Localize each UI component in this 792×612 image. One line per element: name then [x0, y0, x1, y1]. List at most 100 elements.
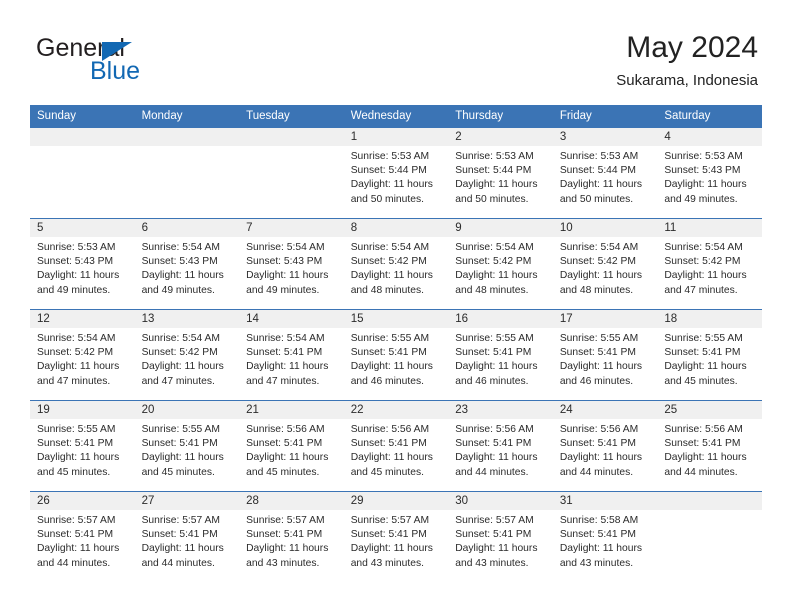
day-number: 6	[134, 219, 240, 237]
calendar-day-cell[interactable]: 22 Sunrise: 5:56 AM Sunset: 5:41 PM Dayligh…	[343, 400, 449, 492]
calendar-day-cell[interactable]: 29 Sunrise: 5:57 AM Sunset: 5:41 PM Dayligh…	[343, 491, 449, 582]
calendar-day-cell[interactable]: 1 Sunrise: 5:53 AM Sunset: 5:44 PM Daylight…	[343, 127, 449, 219]
calendar-day-cell[interactable]: 8 Sunrise: 5:54 AM Sunset: 5:42 PM Daylight…	[343, 218, 449, 310]
daylight-duration-line2: and 43 minutes.	[559, 557, 634, 569]
day-details: Sunrise: 5:55 AM Sunset: 5:41 PM Daylight:…	[553, 328, 658, 389]
calendar-day-cell[interactable]: 17 Sunrise: 5:55 AM Sunset: 5:41 PM Dayligh…	[552, 309, 658, 401]
brand-logo[interactable]: General Blue	[34, 34, 264, 96]
page-title: May 2024	[626, 31, 758, 64]
calendar-day-cell[interactable]: 20 Sunrise: 5:55 AM Sunset: 5:41 PM Dayligh…	[134, 400, 240, 492]
daylight-duration-line1: Daylight: 11 hours	[37, 452, 120, 464]
daylight-duration-line1: Daylight: 11 hours	[37, 270, 120, 282]
daylight-duration-line1: Daylight: 11 hours	[350, 543, 433, 555]
calendar-day-cell[interactable]: 15 Sunrise: 5:55 AM Sunset: 5:41 PM Dayligh…	[343, 309, 449, 401]
daylight-duration-line2: and 44 minutes.	[664, 466, 738, 478]
daylight-duration-line1: Daylight: 11 hours	[559, 179, 643, 191]
day-details: Sunrise: 5:56 AM Sunset: 5:41 PM Daylight:…	[448, 419, 553, 480]
day-details: Sunrise: 5:54 AM Sunset: 5:42 PM Daylight:…	[30, 328, 135, 389]
day-number: 7	[239, 219, 344, 237]
daylight-duration-line1: Daylight: 11 hours	[664, 361, 747, 373]
daylight-duration-line1: Daylight: 11 hours	[664, 179, 747, 191]
calendar-header-row: Sunday Monday Tuesday Wednesday Thursday Frid…	[30, 105, 762, 128]
daylight-duration-line2: and 43 minutes.	[350, 557, 424, 569]
day-details: Sunrise: 5:53 AM Sunset: 5:43 PM Daylight:…	[657, 146, 762, 207]
day-details: Sunrise: 5:53 AM Sunset: 5:43 PM Daylight:…	[30, 237, 135, 298]
sunset-time: Sunset: 5:41 PM	[559, 438, 636, 450]
calendar-day-cell[interactable]: 4 Sunrise: 5:53 AM Sunset: 5:43 PM Daylight…	[657, 127, 762, 219]
day-details: Sunrise: 5:54 AM Sunset: 5:43 PM Daylight:…	[135, 237, 240, 298]
calendar-day-cell[interactable]: 28 Sunrise: 5:57 AM Sunset: 5:41 PM Dayligh…	[239, 491, 344, 582]
calendar-day-cell[interactable]: 16 Sunrise: 5:55 AM Sunset: 5:41 PM Dayligh…	[448, 309, 553, 401]
daylight-duration-line1: Daylight: 11 hours	[246, 270, 329, 282]
calendar-day-cell[interactable]: 30 Sunrise: 5:57 AM Sunset: 5:41 PM Dayligh…	[448, 491, 553, 582]
daylight-duration-line1: Daylight: 11 hours	[455, 543, 538, 555]
day-number: 12	[30, 310, 135, 328]
sunrise-time: Sunrise: 5:57 AM	[455, 515, 534, 526]
calendar-day-cell[interactable]: 2 Sunrise: 5:53 AM Sunset: 5:44 PM Daylight…	[448, 127, 553, 219]
calendar-day-cell[interactable]: 24 Sunrise: 5:56 AM Sunset: 5:41 PM Dayligh…	[552, 400, 658, 492]
sunset-time: Sunset: 5:41 PM	[664, 438, 741, 450]
daylight-duration-line1: Daylight: 11 hours	[559, 543, 643, 555]
daylight-duration-line1: Daylight: 11 hours	[141, 361, 224, 373]
calendar-empty-cell	[134, 127, 240, 219]
day-number: 27	[134, 492, 240, 510]
calendar-day-cell[interactable]: 18 Sunrise: 5:55 AM Sunset: 5:41 PM Dayligh…	[657, 309, 762, 401]
calendar-day-cell[interactable]: 9 Sunrise: 5:54 AM Sunset: 5:42 PM Daylight…	[448, 218, 553, 310]
sunrise-time: Sunrise: 5:54 AM	[141, 333, 220, 344]
sunrise-time: Sunrise: 5:57 AM	[37, 515, 116, 526]
day-details: Sunrise: 5:57 AM Sunset: 5:41 PM Daylight:…	[448, 510, 553, 571]
day-details: Sunrise: 5:53 AM Sunset: 5:44 PM Daylight:…	[553, 146, 658, 207]
calendar-day-cell[interactable]: 14 Sunrise: 5:54 AM Sunset: 5:41 PM Dayligh…	[239, 309, 344, 401]
calendar-day-cell[interactable]: 19 Sunrise: 5:55 AM Sunset: 5:41 PM Dayligh…	[30, 400, 135, 492]
sunset-time: Sunset: 5:41 PM	[37, 438, 114, 450]
calendar-week-row: 1 Sunrise: 5:53 AM Sunset: 5:44 PM Daylight…	[30, 127, 762, 219]
calendar-day-cell[interactable]: 31 Sunrise: 5:58 AM Sunset: 5:41 PM Dayligh…	[552, 491, 658, 582]
calendar-day-cell[interactable]: 3 Sunrise: 5:53 AM Sunset: 5:44 PM Daylight…	[552, 127, 658, 219]
day-details: Sunrise: 5:56 AM Sunset: 5:41 PM Daylight:…	[657, 419, 762, 480]
sunrise-time: Sunrise: 5:53 AM	[664, 151, 743, 162]
weekday-header-friday: Friday	[552, 105, 658, 128]
sunset-time: Sunset: 5:44 PM	[350, 165, 427, 177]
day-number: 3	[552, 128, 658, 146]
sunrise-time: Sunrise: 5:54 AM	[37, 333, 116, 344]
day-number: 4	[657, 128, 762, 146]
daylight-duration-line2: and 50 minutes.	[455, 193, 529, 205]
calendar-day-cell[interactable]: 25 Sunrise: 5:56 AM Sunset: 5:41 PM Dayligh…	[657, 400, 762, 492]
sunset-time: Sunset: 5:42 PM	[664, 256, 741, 268]
calendar-week-row: 26 Sunrise: 5:57 AM Sunset: 5:41 PM Dayligh…	[30, 491, 762, 582]
daylight-duration-line1: Daylight: 11 hours	[246, 361, 329, 373]
day-number	[239, 128, 344, 146]
day-number: 28	[239, 492, 344, 510]
sunset-time: Sunset: 5:41 PM	[455, 438, 532, 450]
sunset-time: Sunset: 5:41 PM	[141, 438, 218, 450]
calendar-day-cell[interactable]: 23 Sunrise: 5:56 AM Sunset: 5:41 PM Dayligh…	[448, 400, 553, 492]
daylight-duration-line2: and 47 minutes.	[141, 375, 215, 387]
day-number: 19	[30, 401, 135, 419]
calendar-table: Sunday Monday Tuesday Wednesday Thursday Frid…	[30, 105, 762, 582]
calendar-body: 1 Sunrise: 5:53 AM Sunset: 5:44 PM Daylight…	[30, 127, 762, 582]
daylight-duration-line1: Daylight: 11 hours	[559, 270, 643, 282]
calendar-day-cell[interactable]: 6 Sunrise: 5:54 AM Sunset: 5:43 PM Daylight…	[134, 218, 240, 310]
calendar-day-cell[interactable]: 26 Sunrise: 5:57 AM Sunset: 5:41 PM Dayligh…	[30, 491, 135, 582]
sunrise-time: Sunrise: 5:55 AM	[455, 333, 534, 344]
day-number	[30, 128, 135, 146]
sunrise-time: Sunrise: 5:57 AM	[141, 515, 220, 526]
calendar-day-cell[interactable]: 11 Sunrise: 5:54 AM Sunset: 5:42 PM Dayligh…	[657, 218, 762, 310]
sunrise-time: Sunrise: 5:54 AM	[350, 242, 430, 253]
calendar-day-cell[interactable]: 27 Sunrise: 5:57 AM Sunset: 5:41 PM Dayligh…	[134, 491, 240, 582]
daylight-duration-line2: and 44 minutes.	[37, 557, 111, 569]
daylight-duration-line1: Daylight: 11 hours	[246, 543, 329, 555]
sunset-time: Sunset: 5:42 PM	[559, 256, 636, 268]
daylight-duration-line1: Daylight: 11 hours	[559, 452, 643, 464]
calendar-day-cell[interactable]: 13 Sunrise: 5:54 AM Sunset: 5:42 PM Dayligh…	[134, 309, 240, 401]
page-header: General Blue May 2024 Sukarama, Indonesi…	[34, 30, 758, 100]
calendar-day-cell[interactable]: 10 Sunrise: 5:54 AM Sunset: 5:42 PM Dayligh…	[552, 218, 658, 310]
calendar-day-cell[interactable]: 7 Sunrise: 5:54 AM Sunset: 5:43 PM Daylight…	[239, 218, 344, 310]
daylight-duration-line1: Daylight: 11 hours	[350, 452, 433, 464]
day-details: Sunrise: 5:54 AM Sunset: 5:42 PM Daylight:…	[135, 328, 240, 389]
day-details: Sunrise: 5:54 AM Sunset: 5:41 PM Daylight:…	[239, 328, 344, 389]
calendar-day-cell[interactable]: 12 Sunrise: 5:54 AM Sunset: 5:42 PM Dayligh…	[30, 309, 135, 401]
sunrise-time: Sunrise: 5:53 AM	[37, 242, 116, 253]
calendar-day-cell[interactable]: 21 Sunrise: 5:56 AM Sunset: 5:41 PM Dayligh…	[239, 400, 344, 492]
calendar-day-cell[interactable]: 5 Sunrise: 5:53 AM Sunset: 5:43 PM Daylight…	[30, 218, 135, 310]
